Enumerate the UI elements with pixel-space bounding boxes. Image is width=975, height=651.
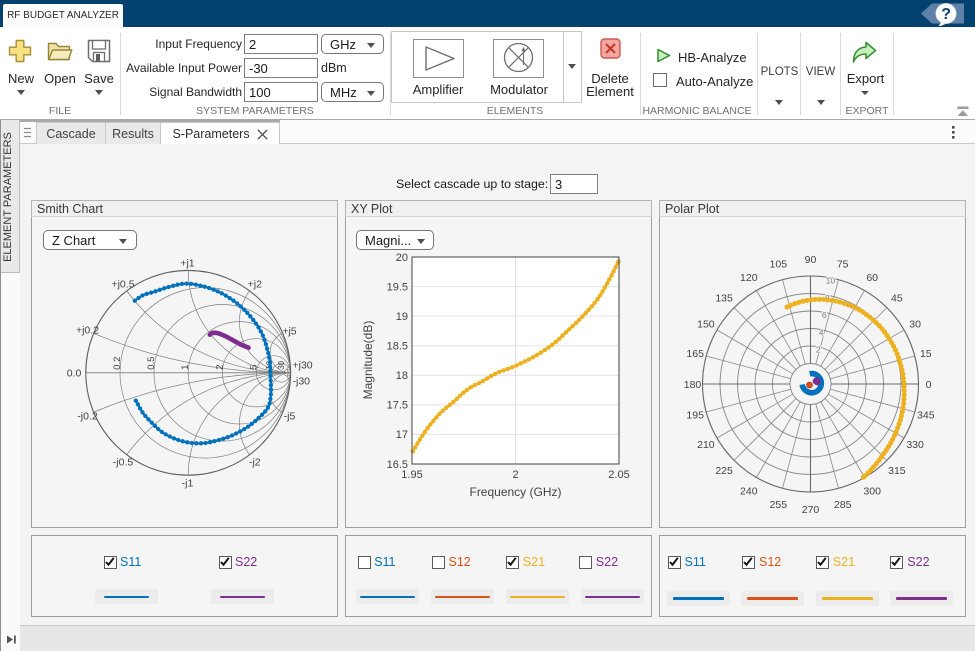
svg-text:0: 0 [926, 379, 932, 391]
svg-text:-j5: -j5 [284, 411, 296, 423]
svg-text:0.0: 0.0 [67, 368, 82, 380]
svg-text:300: 300 [863, 486, 881, 498]
svg-text:0.2: 0.2 [112, 357, 123, 370]
svg-text:2: 2 [512, 469, 518, 481]
svg-text:2: 2 [214, 365, 225, 370]
svg-text:5: 5 [249, 365, 260, 370]
svg-text:19.5: 19.5 [387, 281, 408, 293]
svg-text:210: 210 [697, 439, 715, 451]
svg-text:10: 10 [826, 276, 836, 286]
svg-text:165: 165 [686, 348, 704, 360]
svg-text:+j0.2: +j0.2 [76, 325, 99, 337]
svg-text:75: 75 [837, 259, 849, 271]
svg-text:6: 6 [822, 310, 827, 320]
svg-text:17.5: 17.5 [387, 400, 408, 412]
svg-text:4: 4 [819, 327, 824, 337]
svg-text:-j0.2: -j0.2 [77, 411, 98, 423]
svg-text:+j1: +j1 [180, 258, 194, 270]
svg-text:18: 18 [396, 370, 408, 382]
svg-text:-j30: -j30 [293, 376, 311, 388]
svg-text:15: 15 [920, 348, 932, 360]
svg-text:255: 255 [770, 499, 788, 511]
svg-text:180: 180 [684, 379, 702, 391]
svg-text:30: 30 [277, 360, 286, 369]
svg-text:60: 60 [866, 272, 878, 284]
svg-text:45: 45 [891, 292, 903, 304]
svg-text:225: 225 [715, 465, 733, 477]
svg-text:270: 270 [802, 504, 820, 516]
svg-text:30: 30 [909, 318, 921, 330]
svg-text:+j2: +j2 [248, 279, 262, 291]
svg-text:285: 285 [834, 499, 852, 511]
svg-text:Frequency (GHz): Frequency (GHz) [469, 485, 561, 499]
svg-text:Magnitude(dB): Magnitude(dB) [361, 321, 375, 400]
svg-text:1: 1 [180, 365, 191, 370]
svg-text:2.05: 2.05 [608, 469, 629, 481]
svg-text:0.5: 0.5 [146, 357, 157, 370]
svg-text:315: 315 [888, 465, 906, 477]
svg-text:+j0.5: +j0.5 [111, 279, 134, 291]
svg-text:195: 195 [686, 410, 704, 422]
svg-text:19: 19 [396, 311, 408, 323]
svg-text:+j5: +j5 [282, 326, 296, 338]
svg-text:120: 120 [740, 272, 758, 284]
svg-text:135: 135 [715, 292, 733, 304]
svg-text:90: 90 [805, 254, 817, 266]
svg-text:1.95: 1.95 [401, 469, 422, 481]
svg-text:105: 105 [770, 259, 788, 271]
svg-text:18.5: 18.5 [387, 341, 408, 353]
svg-text:150: 150 [697, 318, 715, 330]
svg-text:-j0.5: -j0.5 [113, 457, 134, 469]
svg-text:330: 330 [906, 439, 924, 451]
svg-text:345: 345 [917, 410, 935, 422]
svg-text:20: 20 [396, 252, 408, 264]
svg-text:17: 17 [396, 429, 408, 441]
svg-text:2: 2 [816, 345, 821, 355]
svg-text:-j1: -j1 [182, 478, 194, 490]
svg-text:-j2: -j2 [249, 457, 261, 469]
svg-text:+j30: +j30 [293, 360, 313, 372]
svg-text:240: 240 [740, 486, 758, 498]
svg-text:?: ? [941, 6, 951, 23]
